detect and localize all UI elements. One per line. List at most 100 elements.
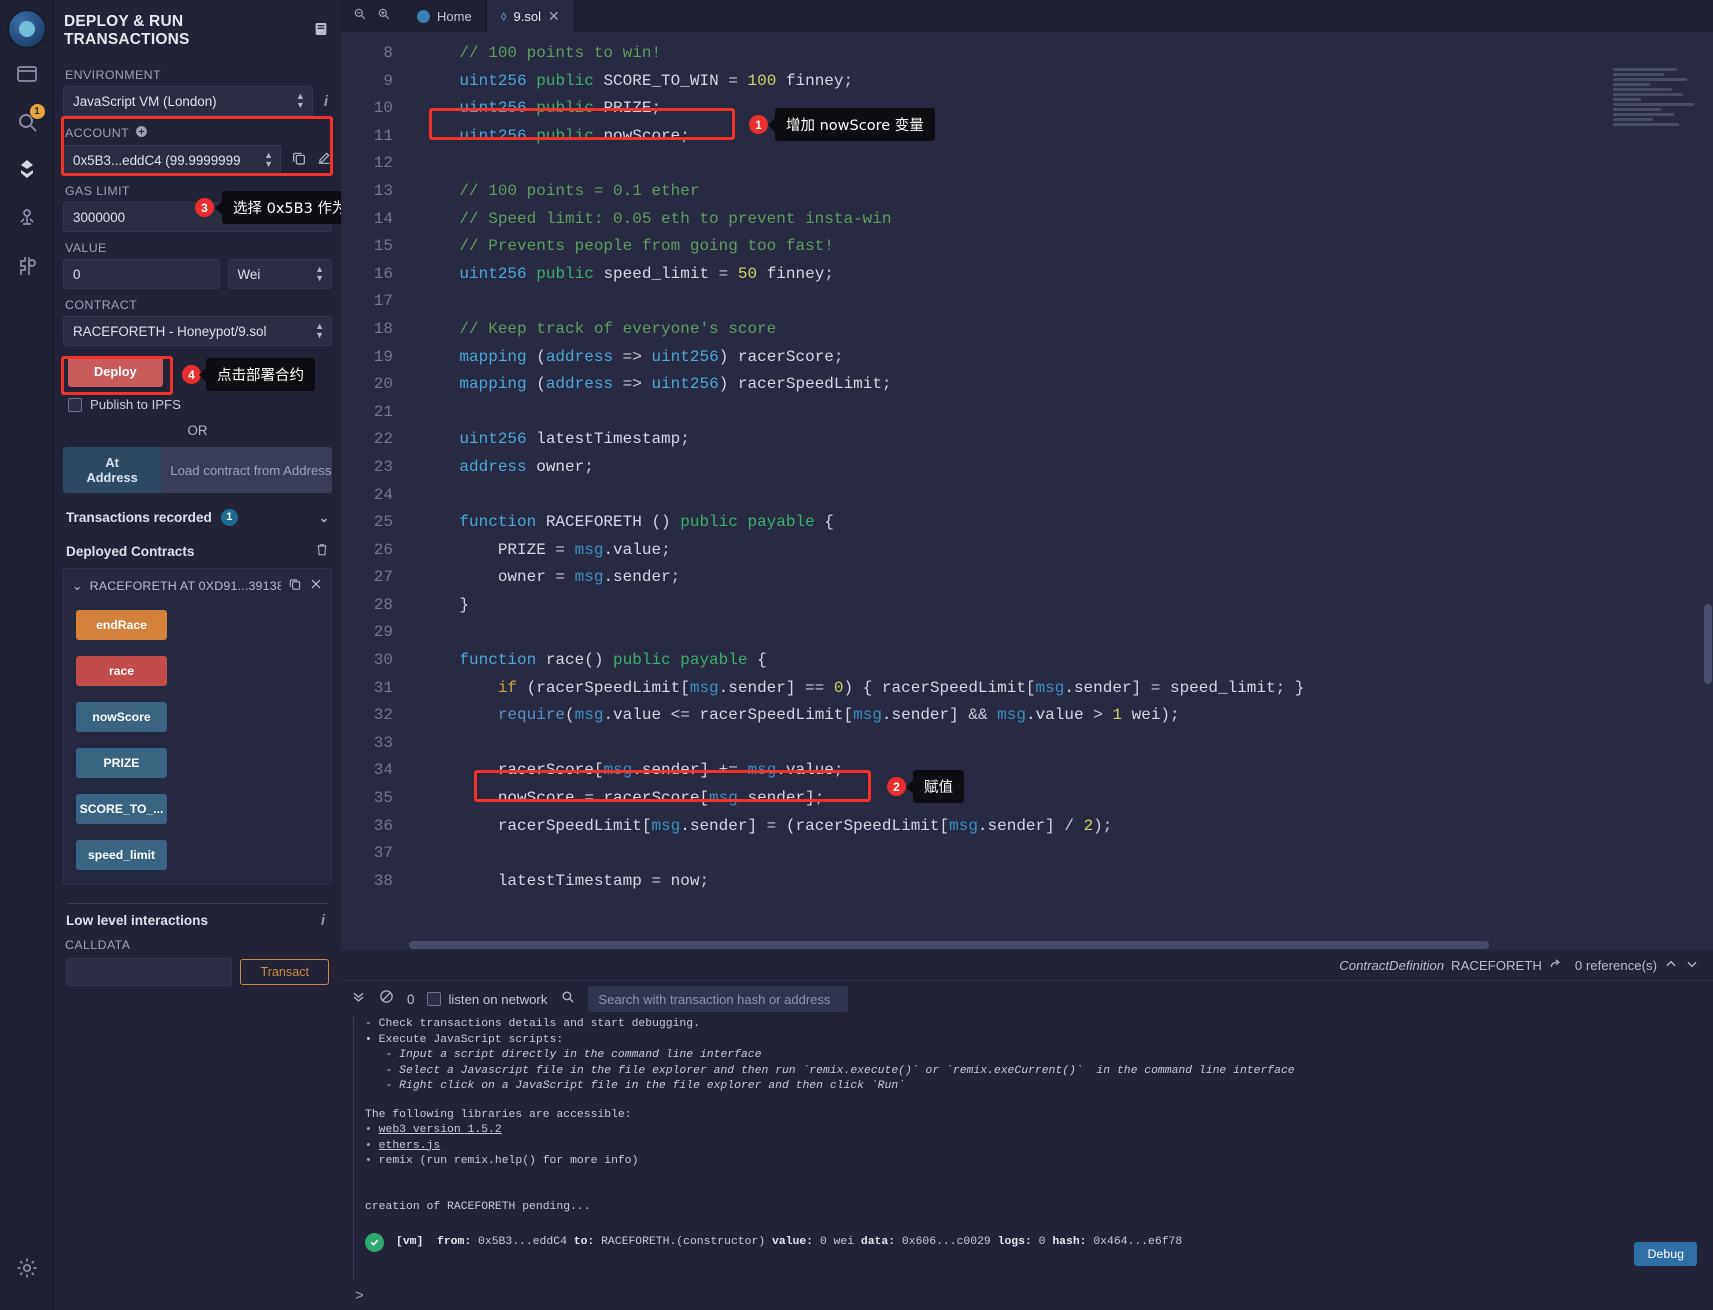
- tab-9-sol[interactable]: ⬨ 9.sol ✕: [486, 0, 575, 32]
- code-line[interactable]: latestTimestamp = now;: [421, 868, 1713, 896]
- tab-home[interactable]: Home: [403, 0, 487, 32]
- code-line[interactable]: [421, 399, 1713, 427]
- code-line[interactable]: require(msg.value <= racerSpeedLimit[msg…: [421, 702, 1713, 730]
- transaction-log-row[interactable]: [vm] from: 0x5B3...eddC4 to: RACEFORETH.…: [365, 1233, 1713, 1252]
- code-line[interactable]: }: [421, 592, 1713, 620]
- terminal-library-item[interactable]: web3 version 1.5.2: [365, 1123, 1713, 1139]
- search-icon[interactable]: 1: [0, 98, 54, 146]
- calldata-input[interactable]: [66, 958, 233, 986]
- environment-info-icon[interactable]: i: [320, 93, 332, 110]
- code-line[interactable]: if (racerSpeedLimit[msg.sender] == 0) { …: [421, 675, 1713, 703]
- value-unit-select[interactable]: Wei ▲ ▼: [227, 259, 332, 289]
- listen-on-network-checkbox[interactable]: [427, 992, 442, 1006]
- code-line[interactable]: racerSpeedLimit[msg.sender] = (racerSpee…: [421, 813, 1713, 841]
- chevron-up-icon[interactable]: [1664, 957, 1678, 974]
- deployed-contract-header[interactable]: ⌄ RACEFORETH AT 0XD91...39138 (M: [72, 577, 323, 594]
- at-address-input[interactable]: Load contract from Address: [161, 447, 332, 493]
- code-line[interactable]: uint256 public speed_limit = 50 finney;: [421, 261, 1713, 289]
- references-status[interactable]: 0 reference(s): [1575, 957, 1699, 974]
- publish-ipfs-row[interactable]: Publish to IPFS: [68, 397, 332, 412]
- contract-definition-status[interactable]: ContractDefinition RACEFORETH: [1339, 957, 1563, 974]
- value-input[interactable]: 0: [63, 259, 220, 289]
- function-button-speed-limit[interactable]: speed_limit: [76, 840, 167, 870]
- function-button-score-to-win[interactable]: SCORE_TO_...: [76, 794, 167, 824]
- code-line[interactable]: // 100 points = 0.1 ether: [421, 178, 1713, 206]
- code-line[interactable]: mapping (address => uint256) racerSpeedL…: [421, 371, 1713, 399]
- code-line[interactable]: mapping (address => uint256) racerScore;: [421, 344, 1713, 372]
- close-contract-icon[interactable]: [309, 577, 323, 594]
- publish-ipfs-checkbox[interactable]: [68, 397, 82, 412]
- function-button-prize[interactable]: PRIZE: [76, 748, 167, 778]
- copy-account-icon[interactable]: [291, 150, 307, 171]
- code-line[interactable]: address owner;: [421, 454, 1713, 482]
- chevron-down-icon[interactable]: ⌄: [72, 578, 83, 593]
- low-level-info-icon[interactable]: i: [317, 912, 329, 929]
- annotation-badge-1: 1: [749, 115, 768, 134]
- sign-message-icon[interactable]: [316, 150, 332, 171]
- code-editor[interactable]: 8 9 10 11 12 13 14 15 16 17 18 19 20 21 22 23 24 25 26 27 28…: [341, 32, 1713, 939]
- collapse-terminal-icon[interactable]: [351, 989, 366, 1009]
- account-label-text: ACCOUNT: [65, 126, 130, 140]
- transact-button[interactable]: Transact: [240, 959, 329, 985]
- editor-vertical-scrollbar[interactable]: [1703, 64, 1713, 939]
- code-line[interactable]: uint256 public PRIZE;: [421, 95, 1713, 123]
- code-line[interactable]: racerScore[msg.sender] += msg.value;: [421, 757, 1713, 785]
- code-line[interactable]: nowScore = racerScore[msg.sender];: [421, 785, 1713, 813]
- code-line[interactable]: [421, 619, 1713, 647]
- code-line[interactable]: [421, 730, 1713, 758]
- code-line[interactable]: uint256 public SCORE_TO_WIN = 100 finney…: [421, 68, 1713, 96]
- account-select[interactable]: 0x5B3...eddC4 (99.9999999 ▲ ▼: [63, 145, 281, 175]
- code-content[interactable]: // 100 points to win! uint256 public SCO…: [409, 32, 1713, 939]
- plugin-manager-icon[interactable]: [0, 242, 54, 290]
- code-line[interactable]: owner = msg.sender;: [421, 564, 1713, 592]
- terminal-prompt[interactable]: >: [341, 1280, 1713, 1310]
- function-button-nowscore[interactable]: nowScore: [76, 702, 167, 732]
- listen-on-network-toggle[interactable]: listen on network: [427, 992, 547, 1007]
- panel-docs-icon[interactable]: [313, 21, 329, 42]
- code-line[interactable]: // 100 points to win!: [421, 40, 1713, 68]
- chevron-down-icon[interactable]: ⌄: [319, 511, 329, 525]
- editor-horizontal-scrollbar[interactable]: [341, 939, 1713, 950]
- line-number: 33: [373, 733, 393, 752]
- zoom-in-icon[interactable]: [377, 7, 391, 26]
- clear-console-icon[interactable]: [379, 989, 394, 1009]
- code-line[interactable]: function race() public payable {: [421, 647, 1713, 675]
- function-button-race[interactable]: race: [76, 656, 167, 686]
- deploy-button[interactable]: Deploy: [68, 356, 163, 387]
- contract-select[interactable]: RACEFORETH - Honeypot/9.sol ▲ ▼: [63, 316, 332, 346]
- add-account-icon[interactable]: [135, 125, 148, 141]
- code-line[interactable]: // Keep track of everyone's score: [421, 316, 1713, 344]
- transactions-recorded-row[interactable]: Transactions recorded 1 ⌄: [63, 509, 332, 526]
- terminal-search-icon[interactable]: [560, 989, 575, 1009]
- code-line[interactable]: // Speed limit: 0.05 eth to prevent inst…: [421, 206, 1713, 234]
- terminal-library-item[interactable]: ethers.js: [365, 1139, 1713, 1155]
- code-line[interactable]: PRIZE = msg.value;: [421, 537, 1713, 565]
- code-line[interactable]: [421, 482, 1713, 510]
- code-line[interactable]: // Prevents people from going too fast!: [421, 233, 1713, 261]
- file-explorer-icon[interactable]: [0, 50, 54, 98]
- deployed-contract-title: RACEFORETH AT 0XD91...39138 (M: [89, 578, 281, 593]
- at-address-button[interactable]: At Address: [63, 447, 162, 493]
- code-line[interactable]: function RACEFORETH () public payable {: [421, 509, 1713, 537]
- jump-to-definition-icon[interactable]: [1549, 957, 1563, 974]
- code-line[interactable]: [421, 840, 1713, 868]
- code-line[interactable]: uint256 latestTimestamp;: [421, 426, 1713, 454]
- account-row: 0x5B3...eddC4 (99.9999999 ▲ ▼: [63, 145, 332, 175]
- debug-button[interactable]: Debug: [1634, 1242, 1697, 1266]
- solidity-compiler-icon[interactable]: [0, 146, 54, 194]
- code-line[interactable]: uint256 public nowScore;: [421, 123, 1713, 151]
- deploy-run-icon[interactable]: [0, 194, 54, 242]
- chevron-down-icon[interactable]: [1685, 957, 1699, 974]
- terminal-search-input[interactable]: Search with transaction hash or address: [588, 986, 849, 1012]
- code-line[interactable]: [421, 288, 1713, 316]
- deployed-contract-card: ⌄ RACEFORETH AT 0XD91...39138 (M endRace…: [63, 568, 332, 885]
- function-button-endrace[interactable]: endRace: [76, 610, 167, 640]
- close-tab-icon[interactable]: ✕: [548, 9, 560, 23]
- zoom-out-icon[interactable]: [353, 7, 367, 26]
- settings-icon[interactable]: [0, 1244, 54, 1292]
- environment-select[interactable]: JavaScript VM (London) ▲ ▼: [63, 86, 313, 116]
- code-line[interactable]: [421, 150, 1713, 178]
- copy-address-icon[interactable]: [288, 577, 302, 594]
- clear-deployed-contracts-icon[interactable]: [315, 542, 329, 560]
- value-label: VALUE: [65, 241, 107, 255]
